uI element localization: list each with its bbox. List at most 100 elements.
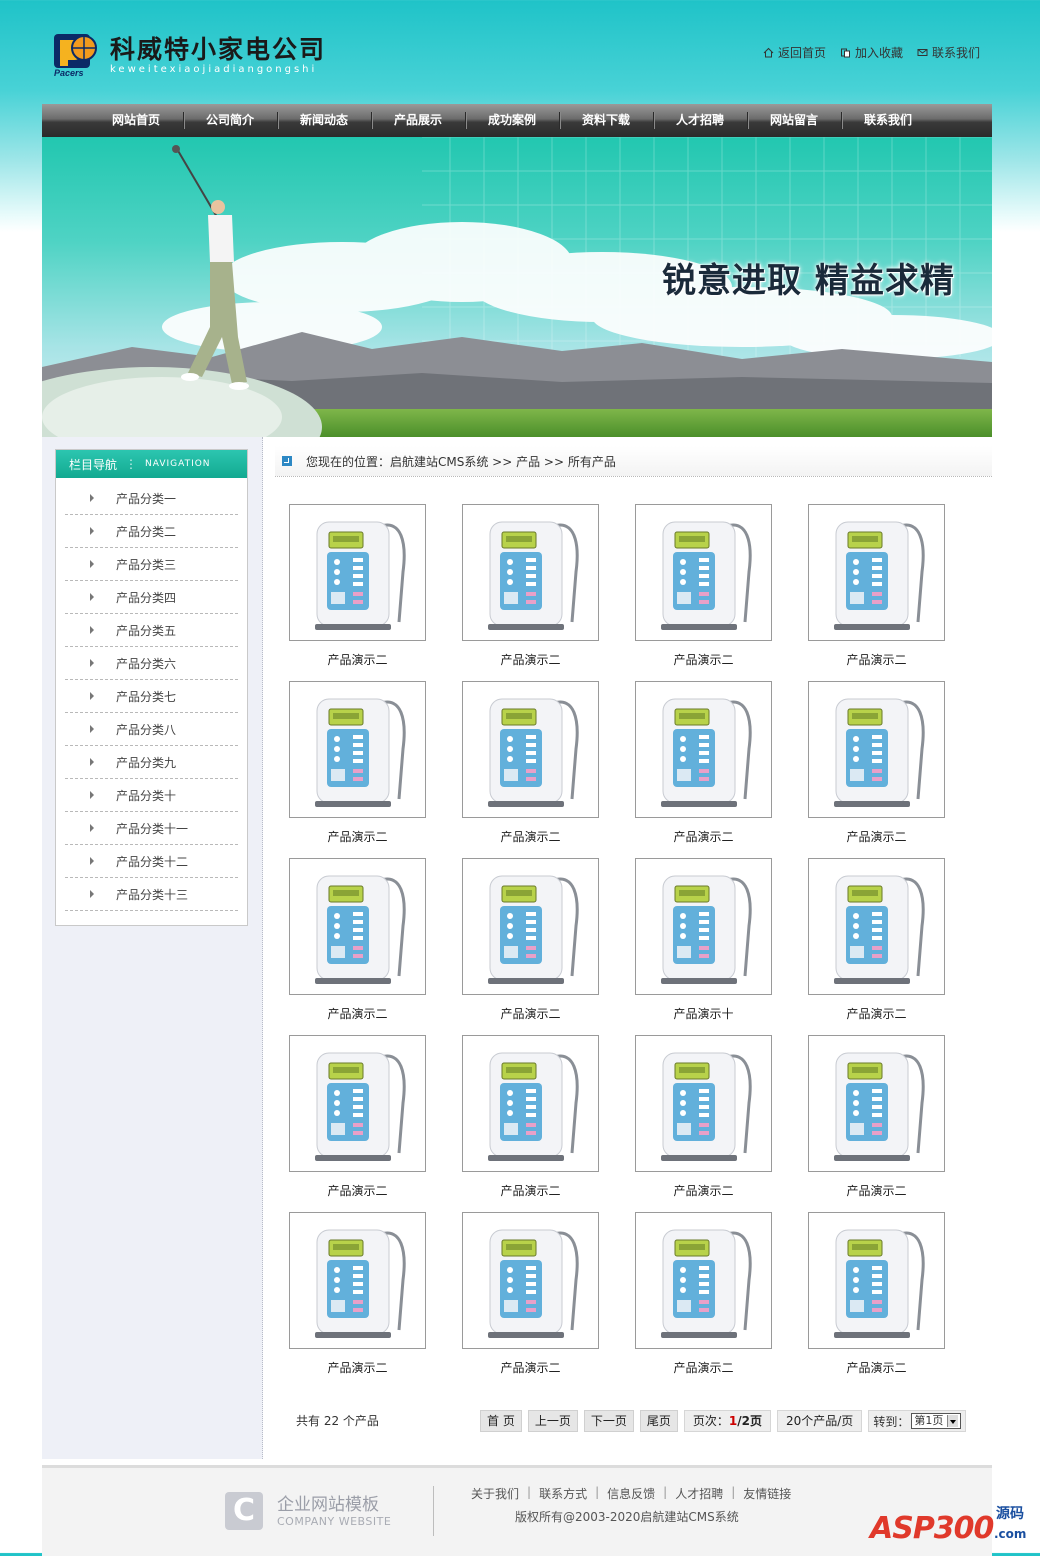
product-thumbnail[interactable] bbox=[635, 1212, 772, 1349]
product-name[interactable]: 产品演示二 bbox=[808, 651, 945, 668]
product-name[interactable]: 产品演示二 bbox=[289, 828, 426, 845]
product-thumbnail[interactable] bbox=[635, 681, 772, 818]
product-card[interactable]: 产品演示二 bbox=[462, 1035, 599, 1212]
product-thumbnail[interactable] bbox=[289, 681, 426, 818]
water-ionizer-image bbox=[314, 698, 406, 807]
product-thumbnail[interactable] bbox=[808, 504, 945, 641]
product-name[interactable]: 产品演示二 bbox=[635, 828, 772, 845]
product-thumbnail[interactable] bbox=[462, 1212, 599, 1349]
product-card[interactable]: 产品演示二 bbox=[289, 681, 426, 858]
nav-item-products[interactable]: 产品展示 bbox=[371, 104, 465, 137]
product-thumbnail[interactable] bbox=[289, 1212, 426, 1349]
product-name[interactable]: 产品演示二 bbox=[462, 828, 599, 845]
footer-link-about[interactable]: 关于我们 bbox=[471, 1485, 519, 1502]
product-card[interactable]: 产品演示二 bbox=[808, 1212, 945, 1389]
product-card[interactable]: 产品演示二 bbox=[289, 504, 426, 681]
sidebar-item[interactable]: 产品分类十一 bbox=[65, 812, 238, 845]
nav-item-guestbook[interactable]: 网站留言 bbox=[747, 104, 841, 137]
footer-link-jobs[interactable]: 人才招聘 bbox=[675, 1485, 723, 1502]
product-card[interactable]: 产品演示二 bbox=[808, 504, 945, 681]
top-link-home[interactable]: 返回首页 bbox=[763, 44, 826, 61]
top-link-contact[interactable]: 联系我们 bbox=[917, 44, 980, 61]
product-name[interactable]: 产品演示二 bbox=[635, 651, 772, 668]
product-name[interactable]: 产品演示二 bbox=[462, 1359, 599, 1376]
footer-link-friends[interactable]: 友情链接 bbox=[743, 1485, 791, 1502]
product-thumbnail[interactable] bbox=[808, 858, 945, 995]
product-thumbnail[interactable] bbox=[635, 858, 772, 995]
product-card[interactable]: 产品演示二 bbox=[635, 681, 772, 858]
sidebar-item[interactable]: 产品分类四 bbox=[65, 581, 238, 614]
product-card[interactable]: 产品演示二 bbox=[808, 858, 945, 1035]
product-card[interactable]: 产品演示二 bbox=[808, 681, 945, 858]
product-name[interactable]: 产品演示二 bbox=[635, 1182, 772, 1199]
sidebar-item[interactable]: 产品分类一 bbox=[65, 482, 238, 515]
product-name[interactable]: 产品演示二 bbox=[462, 1182, 599, 1199]
product-name[interactable]: 产品演示二 bbox=[462, 1005, 599, 1022]
product-thumbnail[interactable] bbox=[289, 504, 426, 641]
sidebar-item[interactable]: 产品分类十三 bbox=[65, 878, 238, 911]
product-name[interactable]: 产品演示二 bbox=[808, 1182, 945, 1199]
sidebar-item[interactable]: 产品分类二 bbox=[65, 515, 238, 548]
product-card[interactable]: 产品演示二 bbox=[289, 858, 426, 1035]
nav-item-home[interactable]: 网站首页 bbox=[89, 104, 183, 137]
product-thumbnail[interactable] bbox=[635, 504, 772, 641]
nav-item-downloads[interactable]: 资料下载 bbox=[559, 104, 653, 137]
product-name[interactable]: 产品演示二 bbox=[289, 1359, 426, 1376]
product-name[interactable]: 产品演示二 bbox=[462, 651, 599, 668]
footer-link-contact[interactable]: 联系方式 bbox=[539, 1485, 587, 1502]
product-name[interactable]: 产品演示二 bbox=[808, 1359, 945, 1376]
nav-item-cases[interactable]: 成功案例 bbox=[465, 104, 559, 137]
product-thumbnail[interactable] bbox=[462, 858, 599, 995]
product-name[interactable]: 产品演示二 bbox=[635, 1359, 772, 1376]
product-thumbnail[interactable] bbox=[635, 1035, 772, 1172]
product-card[interactable]: 产品演示二 bbox=[635, 1035, 772, 1212]
product-card[interactable]: 产品演示二 bbox=[462, 1212, 599, 1389]
product-name[interactable]: 产品演示二 bbox=[289, 1182, 426, 1199]
sidebar-item-label: 产品分类十二 bbox=[116, 854, 189, 869]
product-thumbnail[interactable] bbox=[462, 681, 599, 818]
product-thumbnail[interactable] bbox=[808, 681, 945, 818]
nav-item-contact[interactable]: 联系我们 bbox=[841, 104, 935, 137]
product-name[interactable]: 产品演示二 bbox=[808, 828, 945, 845]
product-card[interactable]: 产品演示二 bbox=[462, 681, 599, 858]
sidebar-item[interactable]: 产品分类五 bbox=[65, 614, 238, 647]
product-card[interactable]: 产品演示二 bbox=[462, 858, 599, 1035]
prev-page-button[interactable]: 上一页 bbox=[527, 1410, 578, 1432]
nav-item-about[interactable]: 公司简介 bbox=[183, 104, 277, 137]
product-card[interactable]: 产品演示二 bbox=[635, 1212, 772, 1389]
sidebar-item[interactable]: 产品分类八 bbox=[65, 713, 238, 746]
next-page-button[interactable]: 下一页 bbox=[583, 1410, 634, 1432]
sidebar-item[interactable]: 产品分类三 bbox=[65, 548, 238, 581]
sidebar-item[interactable]: 产品分类十二 bbox=[65, 845, 238, 878]
product-card[interactable]: 产品演示二 bbox=[635, 504, 772, 681]
water-ionizer-image bbox=[487, 521, 579, 630]
sidebar-item[interactable]: 产品分类九 bbox=[65, 746, 238, 779]
product-name[interactable]: 产品演示十 bbox=[635, 1005, 772, 1022]
last-page-button[interactable]: 尾页 bbox=[639, 1410, 678, 1432]
product-card[interactable]: 产品演示二 bbox=[462, 504, 599, 681]
product-card[interactable]: 产品演示十 bbox=[635, 858, 772, 1035]
product-thumbnail[interactable] bbox=[462, 504, 599, 641]
footer-link-feedback[interactable]: 信息反馈 bbox=[607, 1485, 655, 1502]
product-thumbnail[interactable] bbox=[808, 1212, 945, 1349]
first-page-button[interactable]: 首 页 bbox=[480, 1410, 522, 1432]
top-link-bookmark[interactable]: 加入收藏 bbox=[840, 44, 903, 61]
product-card[interactable]: 产品演示二 bbox=[808, 1035, 945, 1212]
site-logo[interactable]: Pacers 科威特小家电公司 keweitexiaojiadiangongsh… bbox=[52, 30, 352, 80]
product-thumbnail[interactable] bbox=[808, 1035, 945, 1172]
product-name[interactable]: 产品演示二 bbox=[289, 651, 426, 668]
product-name[interactable]: 产品演示二 bbox=[808, 1005, 945, 1022]
product-card[interactable]: 产品演示二 bbox=[289, 1212, 426, 1389]
product-name[interactable]: 产品演示二 bbox=[289, 1005, 426, 1022]
product-thumbnail[interactable] bbox=[289, 1035, 426, 1172]
product-thumbnail[interactable] bbox=[289, 858, 426, 995]
product-card[interactable]: 产品演示二 bbox=[289, 1035, 426, 1212]
badge-text: Pacers bbox=[54, 68, 84, 78]
page-select[interactable]: 第1页 bbox=[911, 1413, 962, 1429]
sidebar-item[interactable]: 产品分类六 bbox=[65, 647, 238, 680]
sidebar-item[interactable]: 产品分类十 bbox=[65, 779, 238, 812]
nav-item-jobs[interactable]: 人才招聘 bbox=[653, 104, 747, 137]
sidebar-item[interactable]: 产品分类七 bbox=[65, 680, 238, 713]
nav-item-news[interactable]: 新闻动态 bbox=[277, 104, 371, 137]
product-thumbnail[interactable] bbox=[462, 1035, 599, 1172]
